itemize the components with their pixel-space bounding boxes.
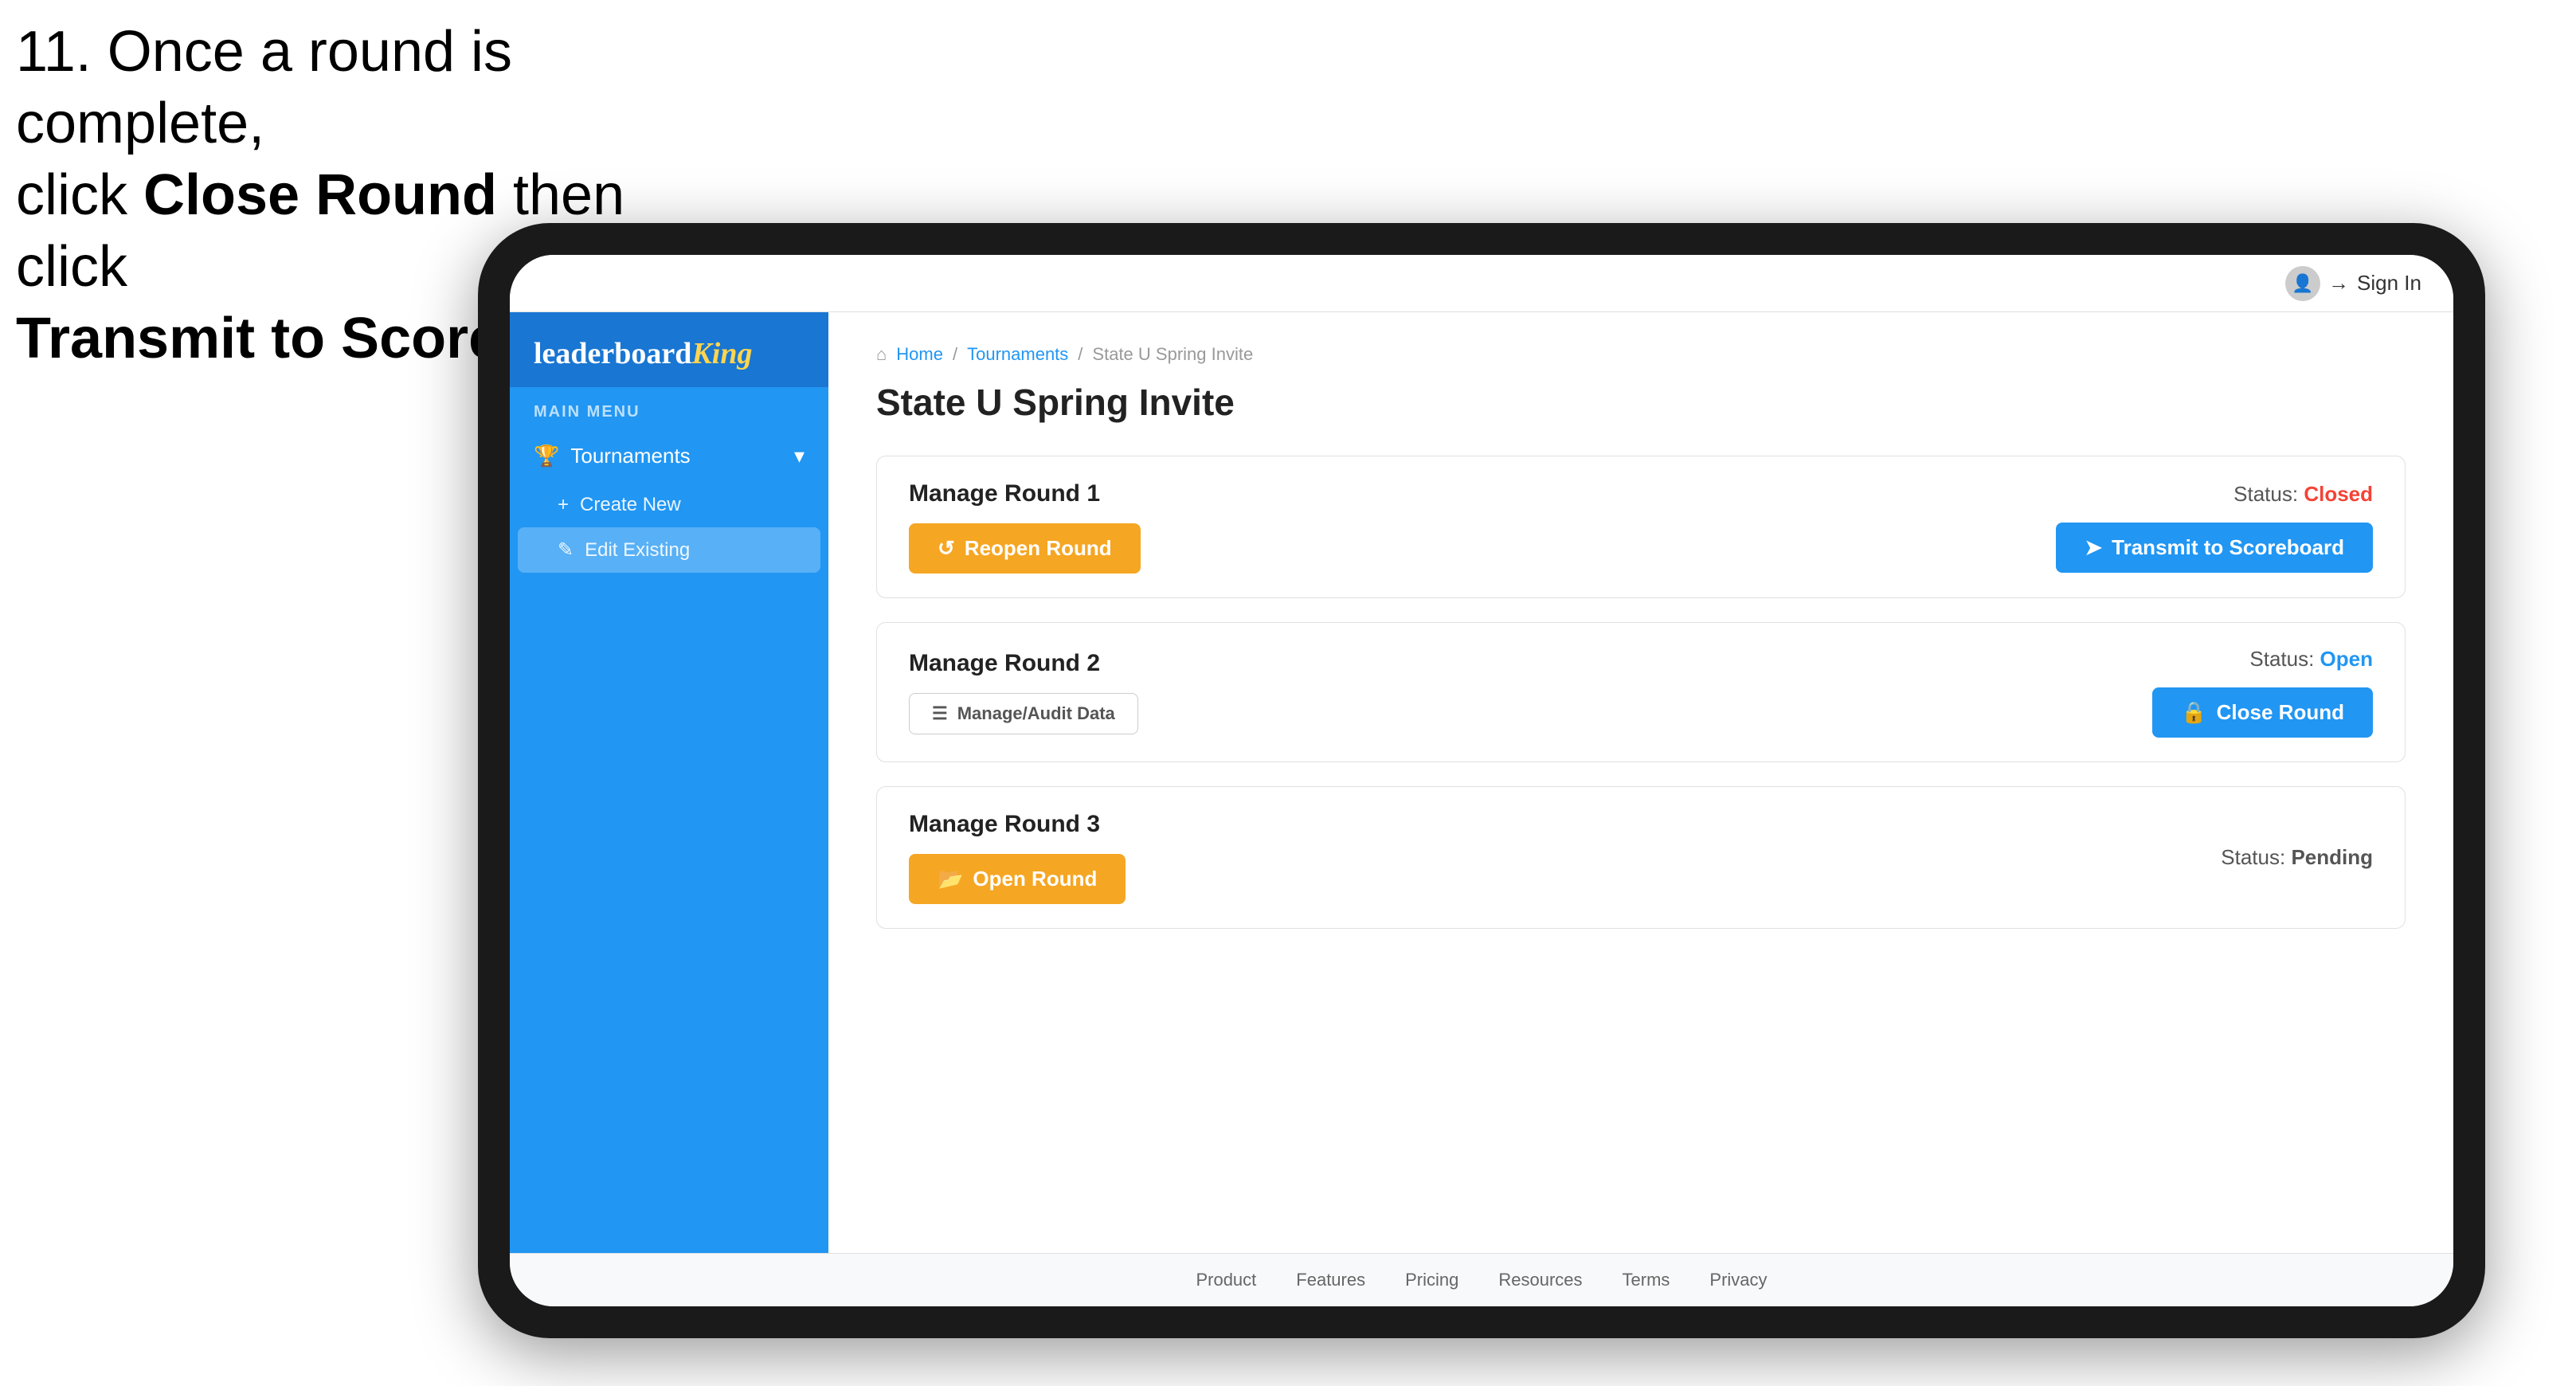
round-3-status-value: Pending — [2291, 845, 2373, 869]
round-3-status: Status: Pending — [2221, 845, 2373, 870]
instruction-bold1: Close Round — [143, 163, 497, 227]
round-1-section: Manage Round 1 ↺ Reopen Round Status: Cl… — [876, 456, 2406, 598]
main-area: leaderboardKing MAIN MENU 🏆 Tournaments … — [510, 312, 2453, 1253]
breadcrumb-home[interactable]: Home — [896, 344, 943, 365]
round-2-status-value: Open — [2320, 647, 2373, 671]
round-1-title: Manage Round 1 — [909, 480, 1141, 507]
content-panel: ⌂ Home / Tournaments / State U Spring In… — [828, 312, 2453, 1253]
home-icon: ⌂ — [876, 344, 887, 365]
round-3-title: Manage Round 3 — [909, 811, 1126, 838]
breadcrumb: ⌂ Home / Tournaments / State U Spring In… — [876, 344, 2406, 365]
footer-product[interactable]: Product — [1196, 1270, 1256, 1290]
round-1-status: Status: Closed — [2233, 482, 2373, 507]
sign-in-button[interactable]: 👤 → Sign In — [2285, 266, 2421, 301]
breadcrumb-sep1: / — [953, 344, 957, 365]
round-3-status-label: Status: — [2221, 845, 2285, 869]
logo-brand: King — [691, 337, 752, 370]
create-new-label: Create New — [580, 494, 681, 516]
signin-arrow-icon: → — [2328, 271, 2349, 296]
reopen-round-label: Reopen Round — [965, 536, 1112, 561]
transmit-label: Transmit to Scoreboard — [2112, 535, 2344, 560]
logo: leaderboardKing — [534, 336, 805, 371]
manage-audit-data-button[interactable]: ☰ Manage/Audit Data — [909, 693, 1138, 734]
page-title: State U Spring Invite — [876, 381, 2406, 424]
sign-in-label: Sign In — [2357, 271, 2421, 296]
transmit-to-scoreboard-button[interactable]: ➤ Transmit to Scoreboard — [2056, 523, 2373, 573]
sidebar-item-create-new[interactable]: + Create New — [510, 483, 828, 527]
round-3-section: Manage Round 3 📂 Open Round Status: Pend… — [876, 786, 2406, 929]
sidebar-item-tournaments[interactable]: 🏆 Tournaments ▾ — [510, 429, 828, 483]
transmit-icon: ➤ — [2085, 535, 2102, 560]
reopen-round-button[interactable]: ↺ Reopen Round — [909, 523, 1141, 574]
round-1-status-label: Status: — [2233, 482, 2298, 506]
footer-pricing[interactable]: Pricing — [1405, 1270, 1458, 1290]
footer-terms[interactable]: Terms — [1623, 1270, 1670, 1290]
close-round-label: Close Round — [2217, 700, 2344, 725]
user-avatar: 👤 — [2285, 266, 2320, 301]
footer-privacy[interactable]: Privacy — [1709, 1270, 1767, 1290]
open-icon: 📂 — [938, 867, 963, 891]
close-round-button[interactable]: 🔒 Close Round — [2152, 687, 2373, 738]
footer: Product Features Pricing Resources Terms… — [510, 1253, 2453, 1306]
instruction-line2: click — [16, 163, 143, 227]
edit-existing-label: Edit Existing — [585, 539, 690, 562]
round-2-status: Status: Open — [2249, 647, 2373, 671]
sidebar-item-edit-existing[interactable]: ✎ Edit Existing — [518, 527, 820, 573]
main-menu-label: MAIN MENU — [510, 387, 828, 429]
top-bar: 👤 → Sign In — [510, 255, 2453, 312]
edit-icon: ✎ — [558, 538, 574, 562]
sidebar-tournaments-label: Tournaments — [570, 444, 690, 468]
sidebar: leaderboardKing MAIN MENU 🏆 Tournaments … — [510, 312, 828, 1253]
user-icon: 👤 — [2292, 273, 2313, 294]
plus-icon: + — [558, 494, 569, 516]
close-icon: 🔒 — [2181, 700, 2206, 725]
chevron-down-icon: ▾ — [794, 444, 805, 468]
round-2-title: Manage Round 2 — [909, 650, 1138, 677]
open-round-button[interactable]: 📂 Open Round — [909, 854, 1126, 904]
breadcrumb-current: State U Spring Invite — [1092, 344, 1253, 365]
manage-audit-label: Manage/Audit Data — [957, 703, 1115, 724]
round-1-status-value: Closed — [2304, 482, 2373, 506]
open-round-label: Open Round — [973, 867, 1097, 891]
tablet-screen: 👤 → Sign In leaderboardKing MAIN MENU 🏆 — [510, 255, 2453, 1306]
instruction-line1: 11. Once a round is complete, — [16, 20, 512, 155]
reopen-icon: ↺ — [938, 536, 955, 561]
trophy-icon: 🏆 — [534, 444, 559, 468]
footer-features[interactable]: Features — [1296, 1270, 1365, 1290]
logo-area: leaderboardKing — [510, 312, 828, 387]
breadcrumb-sep2: / — [1078, 344, 1082, 365]
breadcrumb-tournaments[interactable]: Tournaments — [967, 344, 1068, 365]
tablet-frame: 👤 → Sign In leaderboardKing MAIN MENU 🏆 — [478, 223, 2485, 1338]
round-2-status-label: Status: — [2249, 647, 2314, 671]
footer-resources[interactable]: Resources — [1498, 1270, 1582, 1290]
audit-icon: ☰ — [932, 703, 948, 724]
round-2-section: Manage Round 2 ☰ Manage/Audit Data Statu… — [876, 622, 2406, 762]
